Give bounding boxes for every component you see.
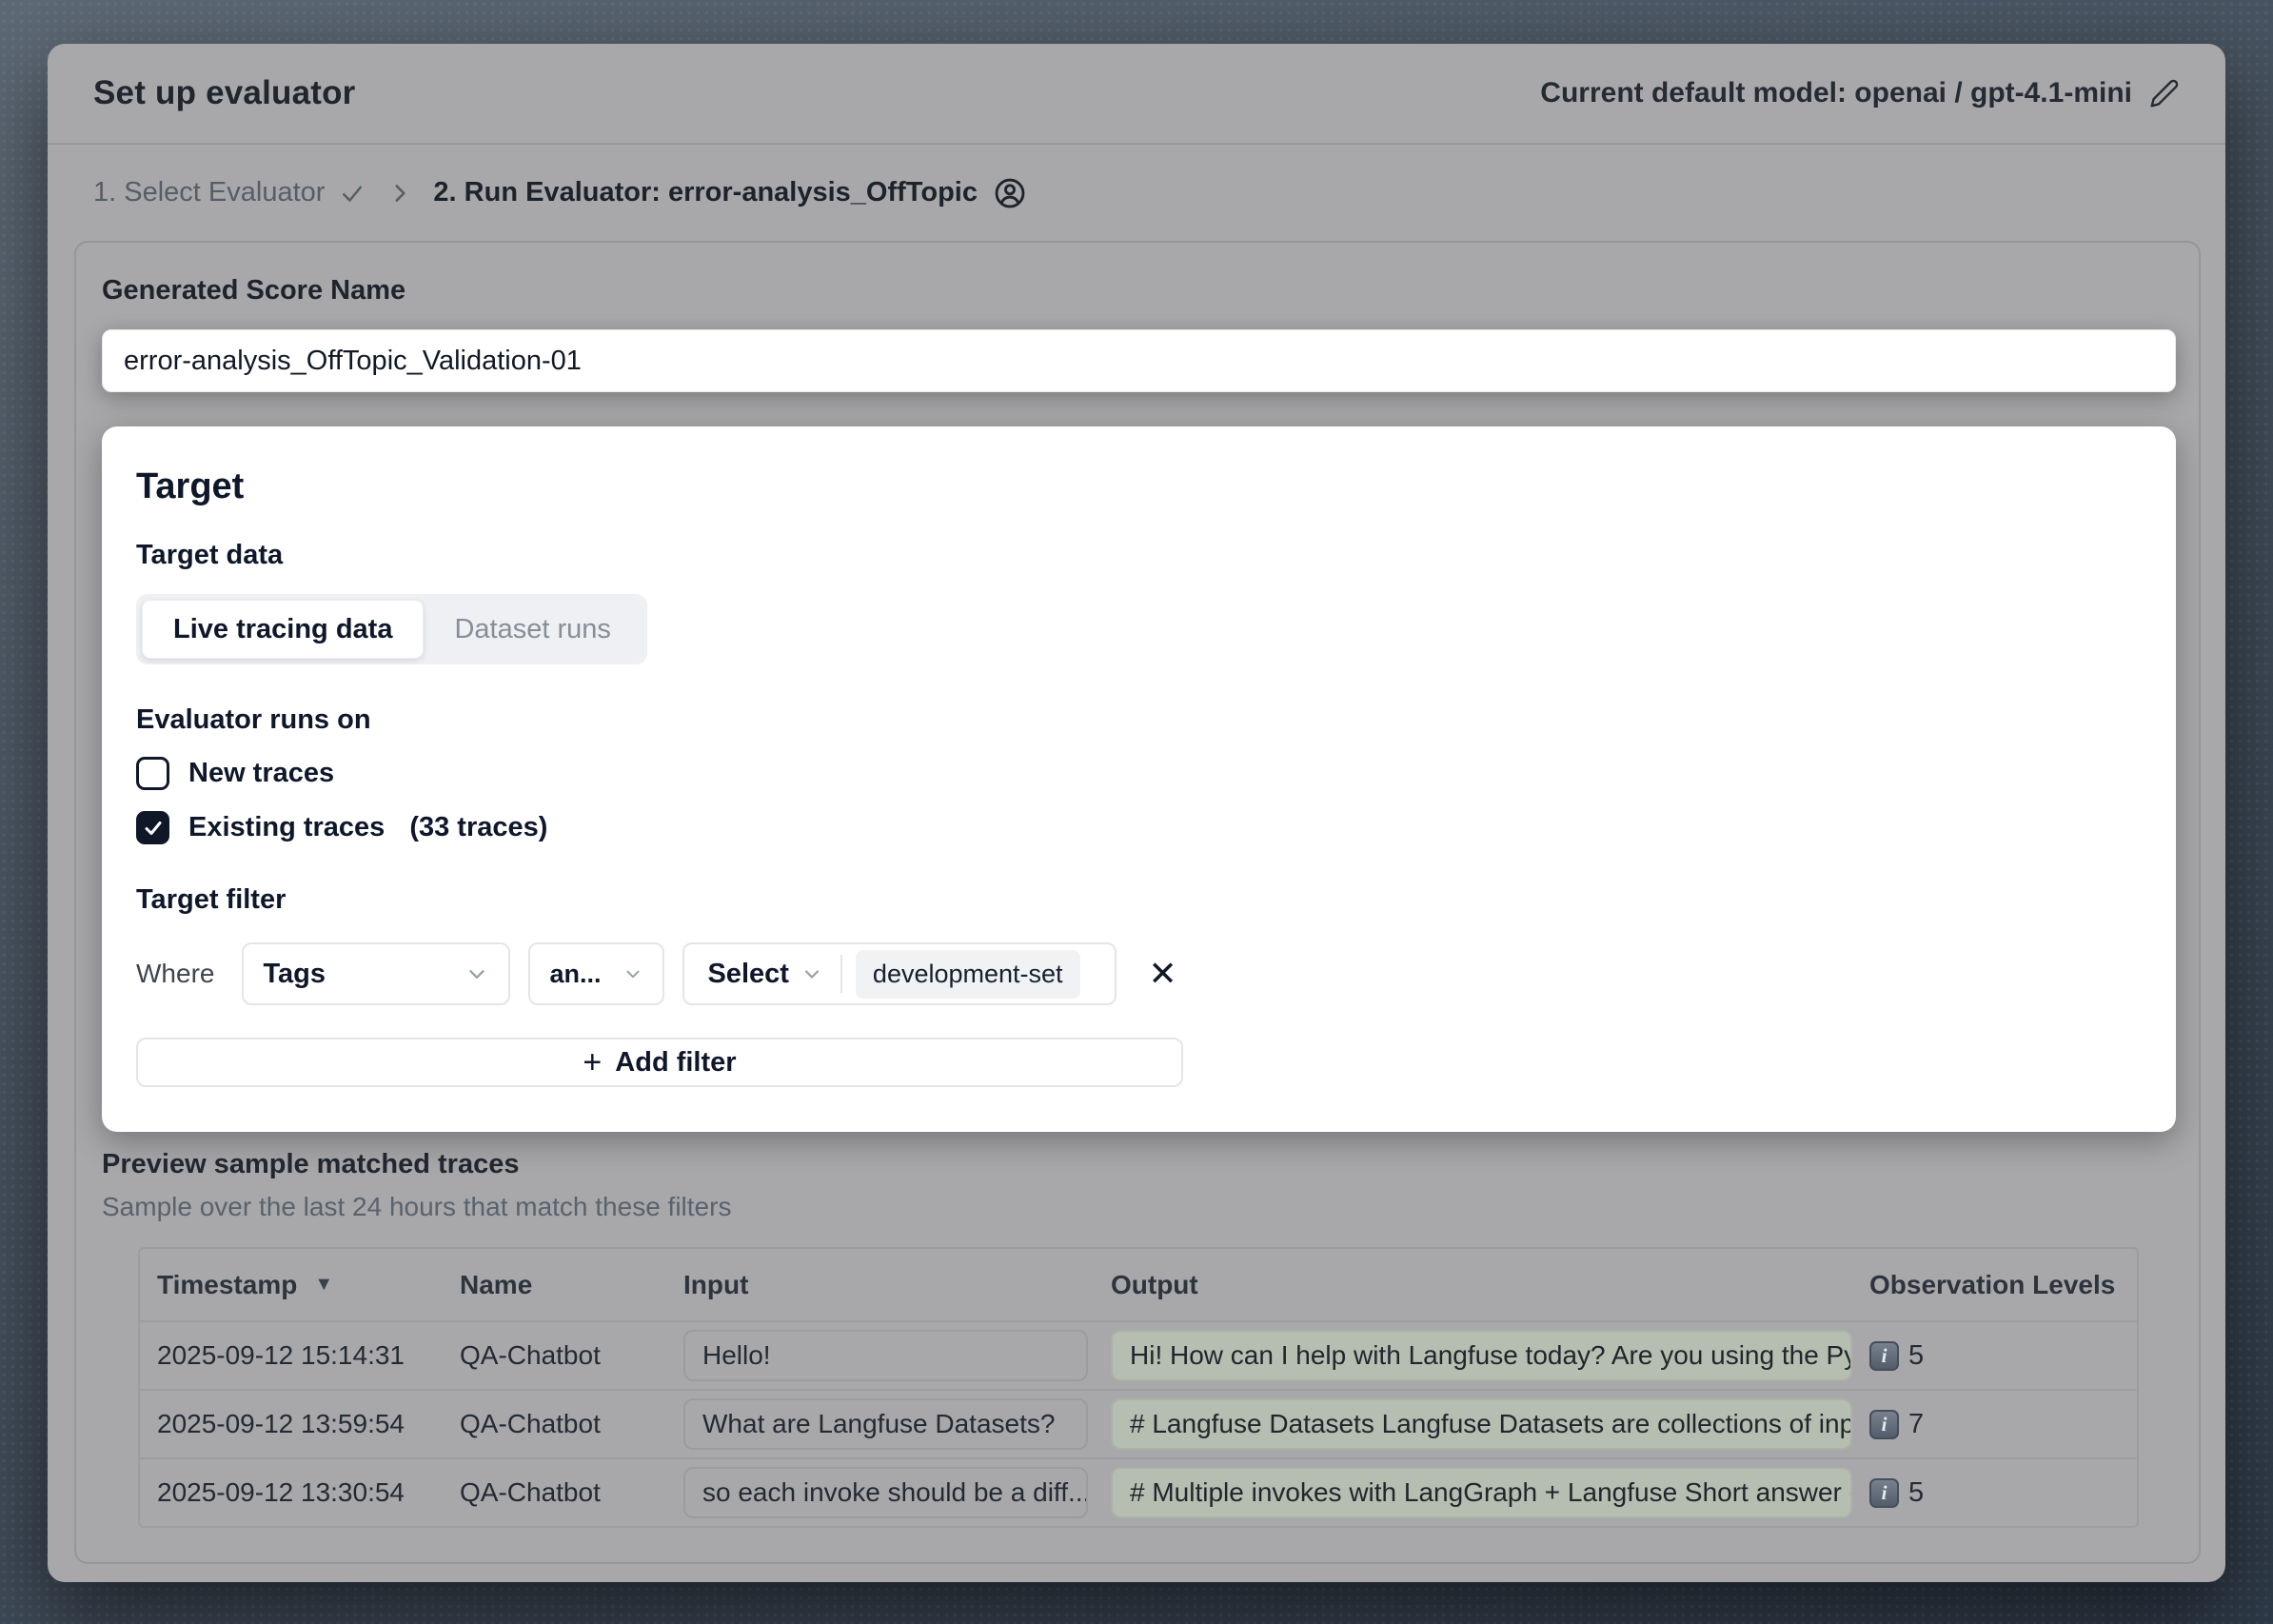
existing-traces-checkbox[interactable] [136, 811, 169, 844]
chevron-down-icon [623, 963, 643, 984]
setup-evaluator-dialog: Set up evaluator Current default model: … [48, 44, 2225, 1582]
table-row[interactable]: 2025-09-12 13:30:54 QA-Chatbot so each i… [140, 1457, 2137, 1526]
cell-output[interactable]: # Multiple invokes with LangGraph + Lang… [1111, 1467, 1852, 1518]
existing-traces-count: (33 traces) [409, 812, 547, 843]
cell-output[interactable]: # Langfuse Datasets Langfuse Datasets ar… [1111, 1398, 1852, 1450]
checkbox-row-new-traces[interactable]: New traces [136, 757, 2142, 790]
tab-dataset-runs[interactable]: Dataset runs [424, 600, 641, 659]
selected-tag-chip[interactable]: development-set [856, 950, 1080, 999]
filter-value-placeholder: Select [707, 959, 788, 990]
tab-live-tracing-data[interactable]: Live tracing data [142, 600, 424, 659]
new-traces-label: New traces [188, 758, 334, 789]
chevron-down-icon [464, 961, 489, 986]
target-data-label: Target data [136, 540, 2142, 571]
where-label: Where [136, 959, 214, 989]
evaluator-runs-on-label: Evaluator runs on [136, 704, 2142, 736]
info-level-icon: i [1869, 1410, 1899, 1439]
user-circle-icon [993, 176, 1027, 210]
column-header-timestamp[interactable]: Timestamp ▼ [140, 1270, 443, 1300]
preview-subtitle: Sample over the last 24 hours that match… [102, 1192, 2176, 1222]
column-header-observation-levels[interactable]: Observation Levels [1852, 1270, 2137, 1300]
column-header-input[interactable]: Input [666, 1270, 1094, 1300]
info-level-icon: i [1869, 1341, 1899, 1371]
cell-output[interactable]: Hi! How can I help with Langfuse today? … [1111, 1330, 1852, 1381]
matched-traces-table: Timestamp ▼ Name Input Output Observatio… [138, 1247, 2139, 1528]
default-model-info: Current default model: openai / gpt-4.1-… [1540, 77, 2180, 109]
observation-level-count: 7 [1908, 1409, 1924, 1440]
remove-filter-button[interactable]: ✕ [1148, 957, 1176, 991]
checkbox-row-existing-traces[interactable]: Existing traces (33 traces) [136, 811, 2142, 844]
cell-name: QA-Chatbot [443, 1340, 666, 1371]
breadcrumb-step2-label: 2. Run Evaluator: error-analysis_OffTopi… [433, 177, 978, 208]
breadcrumb: 1. Select Evaluator 2. Run Evaluator: er… [48, 145, 2225, 241]
close-icon: ✕ [1148, 957, 1176, 991]
breadcrumb-step1-label: 1. Select Evaluator [93, 177, 325, 208]
breadcrumb-step-run-evaluator: 2. Run Evaluator: error-analysis_OffTopi… [433, 176, 1027, 210]
preview-title: Preview sample matched traces [102, 1149, 2176, 1180]
cell-input[interactable]: Hello! [683, 1330, 1088, 1381]
filter-value-select[interactable]: Select development-set [682, 942, 1117, 1005]
filter-column-select[interactable]: Tags [242, 942, 510, 1005]
page-title: Set up evaluator [93, 74, 356, 112]
observation-level-count: 5 [1908, 1340, 1924, 1372]
cell-timestamp: 2025-09-12 15:14:31 [140, 1340, 443, 1371]
breadcrumb-step-select-evaluator[interactable]: 1. Select Evaluator [93, 177, 366, 208]
filter-row: Where Tags an... Select [136, 942, 2142, 1005]
observation-level-count: 5 [1908, 1477, 1924, 1509]
existing-traces-label: Existing traces [188, 812, 385, 843]
pencil-icon [2149, 78, 2180, 109]
table-row[interactable]: 2025-09-12 13:59:54 QA-Chatbot What are … [140, 1389, 2137, 1457]
cell-input[interactable]: What are Langfuse Datasets? [683, 1398, 1088, 1450]
target-filter-label: Target filter [136, 884, 2142, 916]
add-filter-button[interactable]: + Add filter [136, 1038, 1183, 1087]
target-data-tabs: Live tracing data Dataset runs [136, 594, 647, 664]
default-model-label: Current default model: openai / gpt-4.1-… [1540, 77, 2132, 109]
check-icon [142, 817, 165, 840]
preview-section: Preview sample matched traces Sample ove… [102, 1149, 2176, 1222]
target-title: Target [136, 466, 2142, 507]
cell-timestamp: 2025-09-12 13:59:54 [140, 1409, 443, 1439]
filter-operator-value: an... [549, 960, 601, 989]
cell-input[interactable]: so each invoke should be a diff... [683, 1467, 1088, 1518]
new-traces-checkbox[interactable] [136, 757, 169, 790]
target-card: Target Target data Live tracing data Dat… [102, 426, 2176, 1132]
edit-model-button[interactable] [2149, 78, 2180, 109]
filter-operator-select[interactable]: an... [528, 942, 664, 1005]
plus-icon: + [583, 1044, 602, 1081]
score-name-input[interactable] [102, 329, 2176, 392]
column-header-name[interactable]: Name [443, 1270, 666, 1300]
chevron-down-icon [800, 962, 823, 985]
run-evaluator-form-panel: Generated Score Name Target Target data … [74, 241, 2201, 1564]
sort-desc-icon: ▼ [314, 1274, 333, 1296]
score-name-label: Generated Score Name [102, 275, 405, 306]
filter-column-value: Tags [263, 959, 326, 990]
cell-timestamp: 2025-09-12 13:30:54 [140, 1477, 443, 1508]
info-level-icon: i [1869, 1478, 1899, 1508]
column-header-output[interactable]: Output [1094, 1270, 1852, 1300]
table-row[interactable]: 2025-09-12 15:14:31 QA-Chatbot Hello! Hi… [140, 1320, 2137, 1389]
add-filter-label: Add filter [615, 1047, 736, 1079]
cell-name: QA-Chatbot [443, 1409, 666, 1439]
check-icon [338, 179, 366, 208]
table-header-row: Timestamp ▼ Name Input Output Observatio… [140, 1249, 2137, 1320]
cell-name: QA-Chatbot [443, 1477, 666, 1508]
divider [840, 955, 842, 993]
chevron-right-icon [387, 181, 412, 206]
dialog-header: Set up evaluator Current default model: … [48, 44, 2225, 145]
